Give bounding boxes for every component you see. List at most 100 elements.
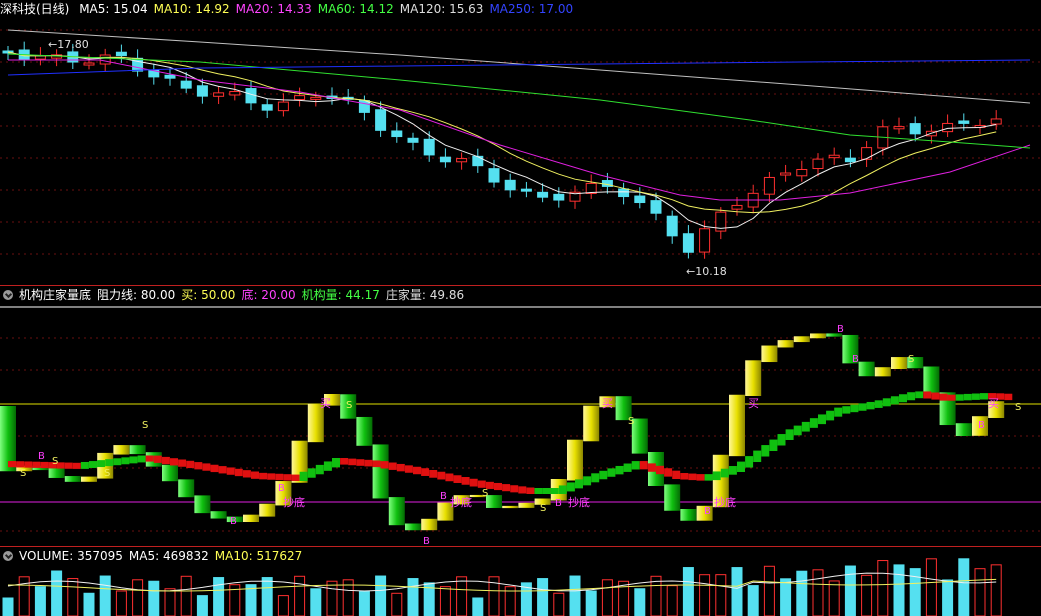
volume-bar (164, 588, 176, 616)
indicator-name[interactable]: 机构庄家量底 (19, 288, 91, 302)
institution-segment (583, 476, 592, 486)
institution-segment (1004, 393, 1013, 401)
institution-segment (955, 394, 964, 401)
candle-body (180, 80, 192, 89)
candle-body (407, 137, 419, 143)
institution-segment (696, 474, 705, 481)
candle-body (277, 101, 289, 112)
institution-segment (963, 393, 972, 401)
ma60-line (7, 53, 1031, 149)
institution-segment (97, 460, 106, 468)
price-panel[interactable]: 深科技(日线) MA5: 15.04 MA10: 14.92 MA20: 14.33… (0, 0, 1041, 285)
candle-body (812, 158, 824, 170)
institution-segment (753, 450, 762, 463)
institution-segment (761, 445, 770, 457)
candle-body (796, 169, 808, 177)
volume-bar (439, 586, 451, 616)
dealer-bar (162, 464, 178, 482)
institution-segment (607, 468, 616, 477)
volume-bar (18, 576, 30, 616)
s-marker: S (104, 468, 110, 479)
volume-bar (358, 590, 370, 616)
institution-segment (429, 469, 438, 478)
volume-bar (877, 560, 889, 616)
volume-bar (67, 578, 79, 616)
volume-panel[interactable]: VOLUME: 357095 MA5: 469832 MA10: 517627 (0, 547, 1041, 616)
dealer-bar (729, 394, 745, 457)
indicator-chart[interactable]: 买买买买抄底 抄底 抄底 抄底BBBBBBBBBBSSSSSSSSSS (0, 286, 1041, 546)
institution-segment (728, 466, 737, 475)
institution-segment (299, 471, 308, 481)
volume-bar (699, 574, 711, 616)
volume-bar (682, 567, 694, 616)
candlestick-chart[interactable]: ←17.80 ←10.18 (0, 0, 1041, 285)
institution-segment (315, 464, 324, 475)
indicator-header: 机构庄家量底 阻力线: 80.00 买: 50.00 底: 20.00 机构量: 44.… (0, 286, 476, 304)
institution-segment (477, 480, 486, 488)
dealer-bar (178, 479, 195, 498)
institution-segment (599, 470, 608, 480)
indicator-panel[interactable]: 买买买买抄底 抄底 抄底 抄底 B B B B B B B B B B S S S S S S S S S S 机构庄家量底阻… (0, 286, 1041, 546)
s-marker: S (346, 400, 352, 411)
indicator-settings-icon[interactable] (3, 290, 13, 300)
b-marker: B (978, 420, 985, 431)
volume-header: VOLUME: 357095 MA5: 469832 MA10: 517627 (0, 547, 308, 565)
volume-bar (974, 568, 986, 616)
institution-segment (672, 470, 681, 480)
candle-body (682, 233, 694, 253)
institution-segment (307, 468, 316, 478)
candle-body (958, 120, 970, 124)
indicator-value-1: 买: 50.00 (181, 288, 236, 302)
institution-segment (720, 468, 729, 478)
dealer-bar (567, 439, 583, 481)
volume-bar (180, 575, 192, 616)
institution-segment (323, 461, 332, 471)
institution-segment (931, 392, 940, 400)
institution-segment (688, 473, 697, 481)
institution-segment (575, 479, 583, 489)
dealer-bar (502, 505, 519, 509)
candle-body (375, 109, 387, 131)
dealer-bar (243, 514, 259, 522)
dealer-bar (194, 495, 211, 514)
institution-segment (210, 464, 219, 473)
candle-body (909, 123, 921, 135)
institution-segment (161, 456, 170, 465)
volume-settings-icon[interactable] (3, 551, 13, 561)
s-marker: S (628, 416, 634, 427)
institution-segment (226, 467, 235, 475)
institution-segment (137, 455, 146, 463)
institution-segment (615, 465, 624, 475)
volume-bar (277, 595, 289, 616)
institution-segment (348, 458, 357, 466)
high-label: ←17.80 (48, 38, 89, 51)
dealer-bar (874, 367, 891, 377)
institution-segment (656, 465, 664, 475)
institution-segment (153, 455, 162, 463)
candle-body (456, 158, 468, 163)
institution-segment (380, 461, 389, 469)
institution-segment (939, 393, 948, 401)
volume-ma5: MA5: 469832 (128, 549, 209, 563)
volume-bar (958, 558, 970, 616)
institution-segment (32, 461, 41, 468)
s-marker: S (540, 503, 546, 514)
volume-bar (569, 575, 581, 616)
institution-segment (16, 461, 25, 468)
volume-bar (780, 578, 792, 616)
dealer-bar (372, 444, 389, 499)
institution-segment (469, 478, 478, 487)
candle-body (423, 138, 435, 156)
candle-body (650, 200, 662, 214)
institution-segment (283, 474, 292, 481)
institution-segment (80, 461, 89, 469)
institution-segment (566, 482, 575, 492)
institution-segment (388, 462, 397, 470)
candle-body (196, 85, 208, 97)
dealer-bar (113, 445, 130, 455)
volume-bar (666, 585, 678, 616)
candle-body (439, 156, 451, 163)
b-marker: B (704, 506, 711, 517)
volume-bar (213, 577, 225, 616)
volume-bar (326, 580, 338, 616)
